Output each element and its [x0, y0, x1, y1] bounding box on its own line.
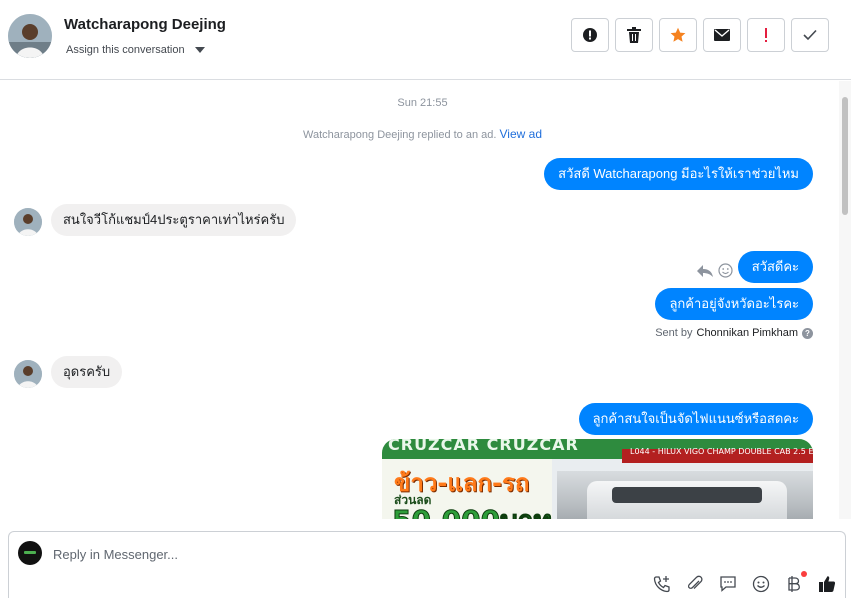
- outgoing-message[interactable]: สวัสดีคะ: [737, 251, 813, 283]
- page-avatar: [18, 541, 42, 565]
- caret-down-icon: [194, 47, 205, 53]
- emoji-icon: [752, 575, 770, 593]
- mark-unread-button[interactable]: [703, 18, 741, 52]
- contact-avatar[interactable]: [8, 14, 52, 58]
- conversation-header: Watcharapong Deejing Assign this convers…: [0, 0, 851, 80]
- attachment-code-text: L044 - HILUX VIGO CHAMP DOUBLE CAB 2.5 E…: [630, 447, 813, 456]
- exclamation-icon: [765, 28, 767, 42]
- thread-scrollbar[interactable]: [839, 81, 851, 519]
- scrollbar-thumb[interactable]: [842, 97, 848, 215]
- star-icon: [670, 27, 686, 42]
- baht-payment-icon: [788, 576, 800, 592]
- mark-spam-button[interactable]: [571, 18, 609, 52]
- image-attachment[interactable]: CRUZCAR CRUZCAR L044 - HILUX VIGO CHAMP …: [382, 439, 813, 519]
- assign-label: Assign this conversation: [66, 44, 185, 56]
- reply-composer: [8, 531, 846, 598]
- incoming-message[interactable]: อุดรครับ: [51, 356, 123, 388]
- alert-circle-icon: [583, 28, 597, 42]
- paperclip-icon: [687, 575, 703, 590]
- react-emoji-icon[interactable]: [718, 263, 733, 278]
- notification-dot: [801, 571, 807, 577]
- ad-reply-note: Watcharapong Deejing replied to an ad. V…: [0, 127, 845, 141]
- car-window: [612, 487, 762, 503]
- delete-button[interactable]: [615, 18, 653, 52]
- reply-input[interactable]: [53, 544, 753, 564]
- like-icon: [819, 576, 836, 592]
- attachment-promo: ข้าว-แลก-รถ ส่วนลด 50,000บาท: [382, 459, 553, 520]
- saved-replies-button[interactable]: [718, 574, 738, 594]
- contact-mini-avatar: [14, 208, 42, 236]
- contact-mini-avatar: [14, 360, 42, 388]
- attach-file-button[interactable]: [685, 574, 705, 594]
- saved-replies-icon: [720, 576, 736, 592]
- ad-reply-text: Watcharapong Deejing replied to an ad.: [303, 129, 497, 141]
- message-hover-tools: [696, 263, 733, 278]
- timestamp-separator: Sun 21:55: [397, 97, 448, 109]
- outgoing-message[interactable]: ลูกค้าสนใจเป็นจัดไฟแนนซ์หรือสดคะ: [578, 403, 813, 435]
- composer-tools: [652, 571, 837, 594]
- contact-name[interactable]: Watcharapong Deejing: [64, 16, 226, 33]
- reply-icon[interactable]: [696, 264, 714, 278]
- car-photo: [557, 471, 813, 519]
- sent-by-prefix: Sent by: [655, 327, 693, 339]
- check-icon: [803, 29, 817, 41]
- trash-icon: [627, 27, 641, 43]
- promo-amount: 50,000บาท: [391, 499, 552, 520]
- envelope-icon: [714, 29, 730, 41]
- call-add-icon: [653, 576, 670, 593]
- attachment-brand-text: CRUZCAR CRUZCAR: [388, 439, 579, 454]
- conversation-actions: [571, 18, 829, 52]
- outgoing-message[interactable]: ลูกค้าอยู่จังหวัดอะไรคะ: [655, 288, 813, 320]
- mark-done-button[interactable]: [791, 18, 829, 52]
- help-icon[interactable]: ?: [802, 327, 813, 339]
- sent-by-name: Chonnikan Pimkham: [696, 327, 799, 339]
- call-add-button[interactable]: [652, 574, 672, 594]
- view-ad-link[interactable]: View ad: [500, 127, 542, 141]
- star-button[interactable]: [659, 18, 697, 52]
- incoming-message[interactable]: สนใจวีโก้แชมป์4ประตูราคาเท่าไหร่ครับ: [51, 204, 297, 236]
- outgoing-message[interactable]: สวัสดี Watcharapong มีอะไรให้เราช่วยไหม: [544, 158, 813, 190]
- payment-button[interactable]: [784, 571, 807, 594]
- messenger-inbox: Watcharapong Deejing Assign this convers…: [0, 0, 851, 598]
- follow-up-button[interactable]: [747, 18, 785, 52]
- assign-conversation-dropdown[interactable]: Assign this conversation: [66, 44, 205, 56]
- emoji-button[interactable]: [751, 574, 771, 594]
- sent-by-label: Sent by Chonnikan Pimkham ?: [655, 327, 813, 339]
- message-thread[interactable]: Sun 21:55 Watcharapong Deejing replied t…: [0, 81, 851, 519]
- like-button[interactable]: [817, 574, 837, 594]
